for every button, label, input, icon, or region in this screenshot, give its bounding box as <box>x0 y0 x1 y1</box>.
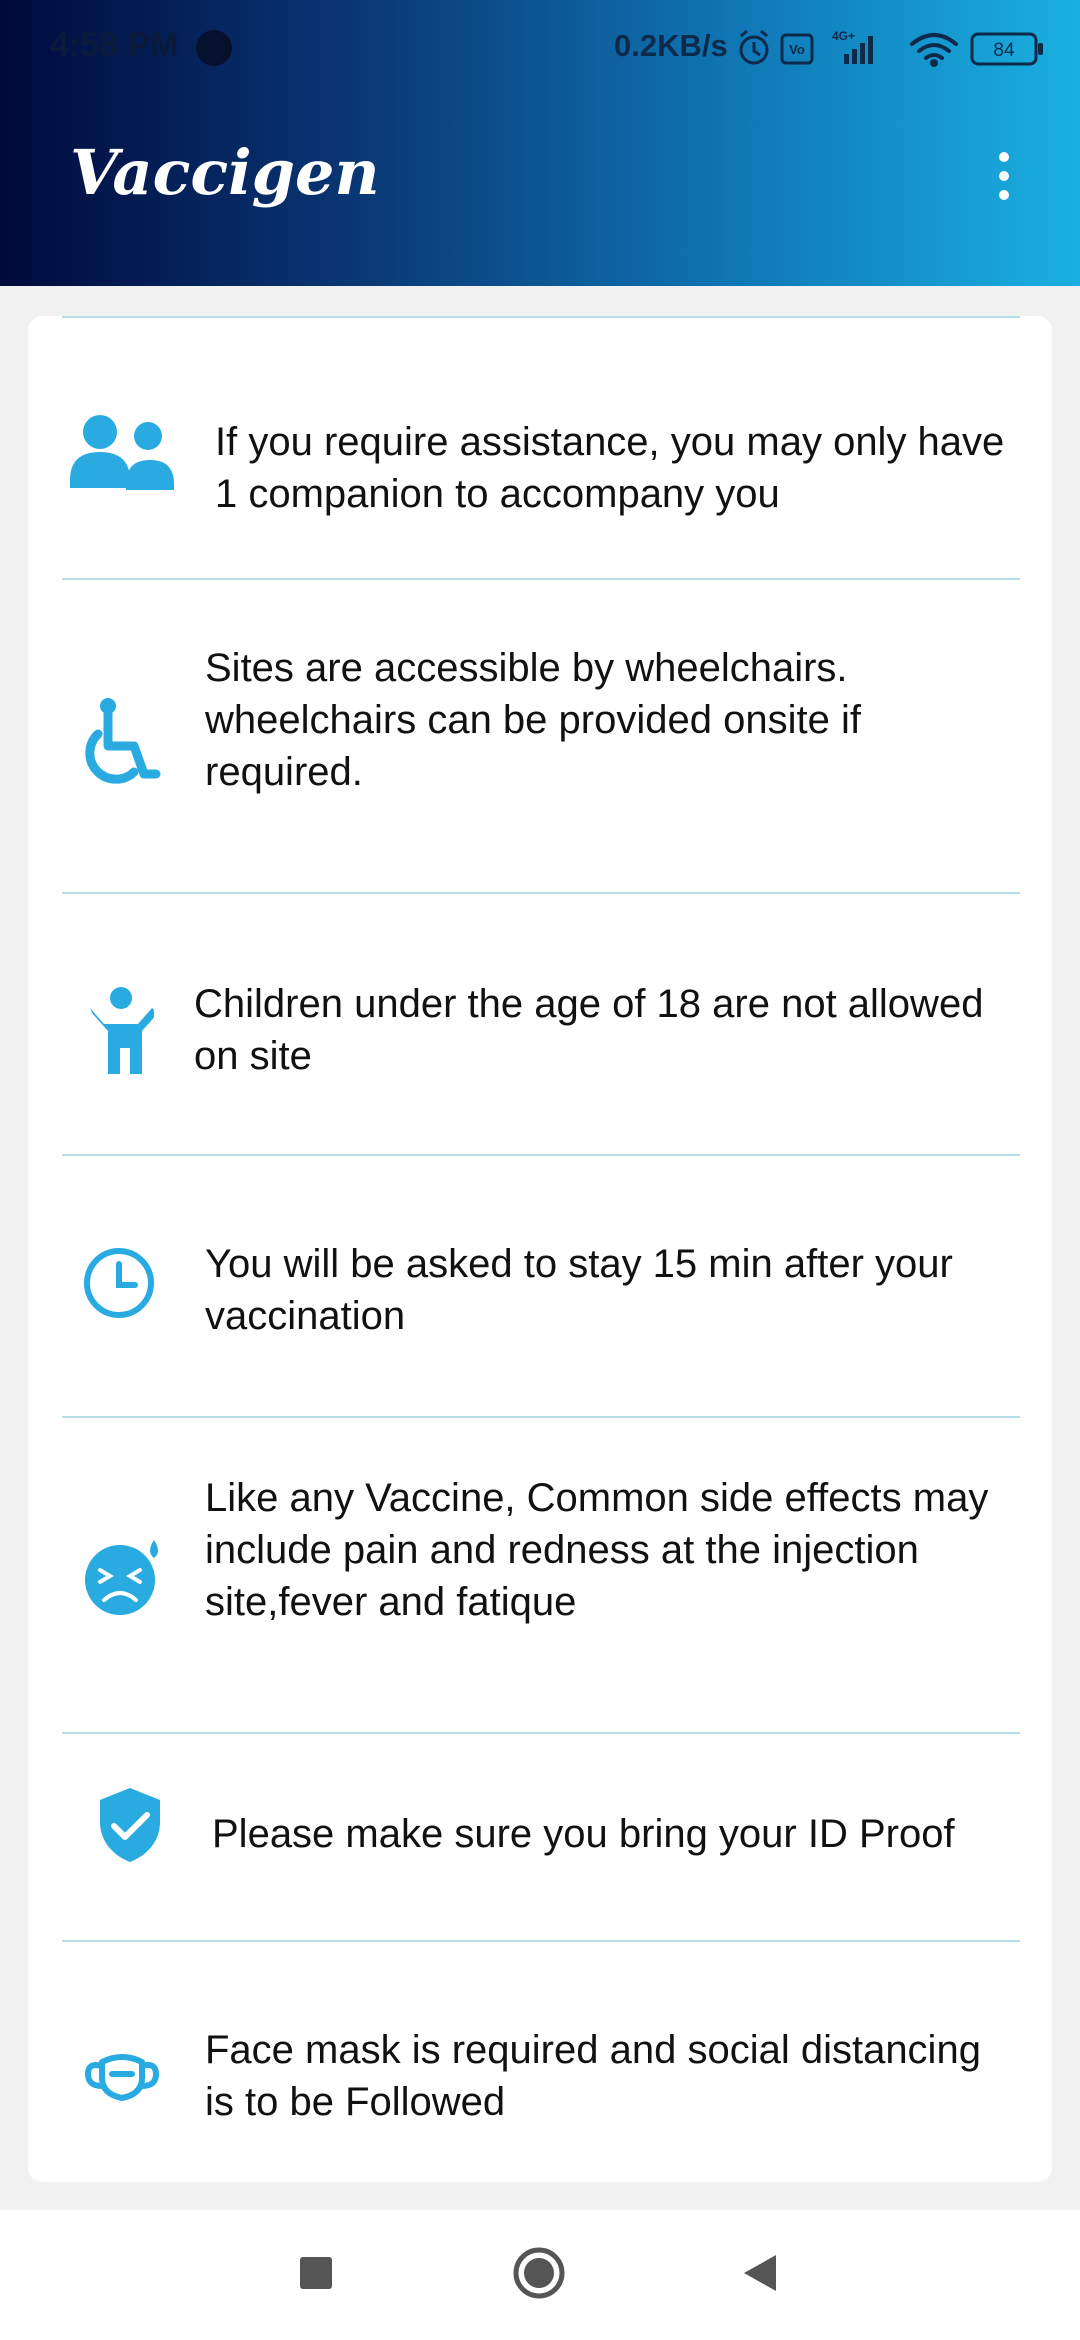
guidelines-card: If you require assistance, you may only … <box>28 316 1052 2182</box>
svg-text:4G+: 4G+ <box>832 29 855 43</box>
notification-app-icon <box>196 30 232 66</box>
guideline-text: Please make sure you bring your ID Proof <box>212 1812 955 1856</box>
people-icon <box>70 415 174 490</box>
guideline-text: You will be asked to stay 15 min after y… <box>205 1242 953 1338</box>
status-icons: Vo 4G+ 84 <box>739 29 1043 67</box>
svg-text:Vo: Vo <box>789 42 805 57</box>
signal-icon: 4G+ <box>832 29 873 64</box>
sick-face-icon <box>85 1540 158 1615</box>
guideline-text: Face mask is required and social distanc… <box>205 2028 981 2124</box>
list-item: Like any Vaccine, Common side effects ma… <box>28 1418 1052 1732</box>
battery-icon: 84 <box>970 32 1043 66</box>
wheelchair-icon <box>85 698 161 784</box>
clock-icon <box>84 1248 154 1318</box>
guideline-text: Sites are accessible by wheelchairs. whe… <box>205 646 861 794</box>
app-title: Vaccigen <box>70 136 380 209</box>
volte-icon: Vo <box>780 33 814 65</box>
more-vert-icon[interactable] <box>984 148 1024 204</box>
svg-text:84: 84 <box>993 40 1015 61</box>
list-item: Face mask is required and social distanc… <box>28 1942 1052 2182</box>
recents-button[interactable] <box>298 2255 334 2291</box>
verified-shield-icon <box>100 1788 160 1862</box>
network-speed: 0.2KB/s <box>614 28 728 63</box>
status-bar: 4:58 PM 0.2KB/s Vo 4G+ 84 <box>0 0 1080 96</box>
alarm-icon <box>739 29 769 65</box>
guideline-text: If you require assistance, you may only … <box>215 420 1005 516</box>
list-item: If you require assistance, you may only … <box>28 376 1052 526</box>
status-time: 4:58 PM <box>50 26 179 64</box>
list-item: Children under the age of 18 are not all… <box>28 894 1052 1154</box>
list-item: Please make sure you bring your ID Proof <box>28 1734 1052 1940</box>
system-nav-bar <box>0 2210 1080 2340</box>
home-button[interactable] <box>512 2246 566 2300</box>
back-button[interactable] <box>742 2253 780 2293</box>
face-mask-icon <box>85 2054 159 2101</box>
wifi-icon <box>910 33 958 67</box>
list-item: Sites are accessible by wheelchairs. whe… <box>28 580 1052 892</box>
app-bar: 4:58 PM 0.2KB/s Vo 4G+ 84 Vaccigen <box>0 0 1080 286</box>
guideline-text: Children under the age of 18 are not all… <box>194 982 984 1078</box>
divider <box>62 316 1020 318</box>
guideline-text: Like any Vaccine, Common side effects ma… <box>205 1476 989 1624</box>
child-icon <box>90 987 154 1074</box>
list-item: You will be asked to stay 15 min after y… <box>28 1156 1052 1418</box>
